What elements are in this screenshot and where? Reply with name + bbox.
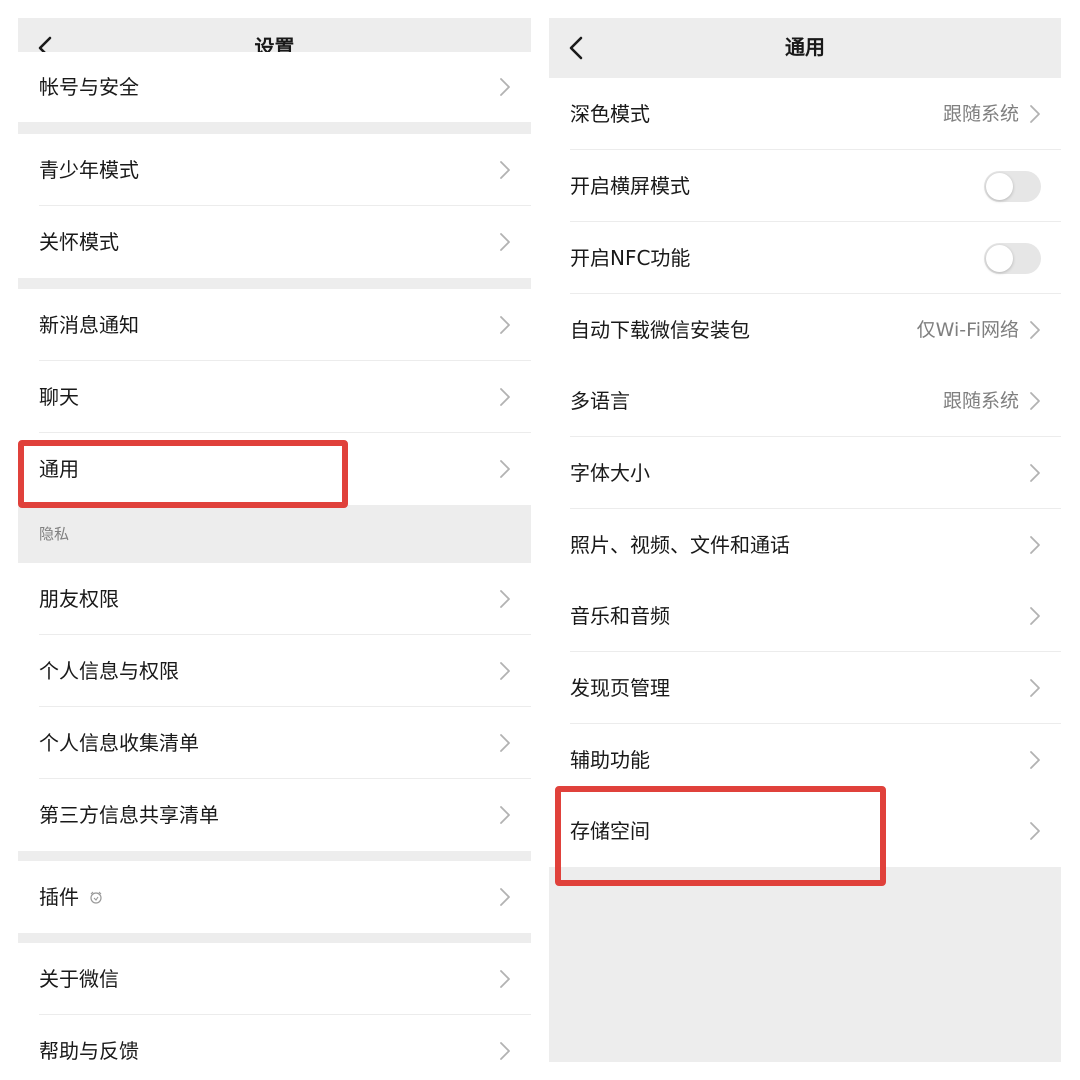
row-care-mode[interactable]: 关怀模式	[18, 206, 531, 278]
row-label: 新消息通知	[39, 313, 139, 337]
plugins-label: 插件	[39, 885, 79, 909]
chevron-right-icon	[1030, 679, 1040, 697]
row-discover-manage[interactable]: 发现页管理	[549, 652, 1061, 724]
page-title: 通用	[785, 35, 825, 59]
chevron-right-icon	[1030, 607, 1040, 625]
chevron-right-icon	[500, 316, 510, 334]
general-navbar: 通用	[549, 18, 1061, 77]
chevron-right-icon	[500, 662, 510, 680]
row-teen-mode[interactable]: 青少年模式	[18, 134, 531, 206]
row-label: 青少年模式	[39, 158, 139, 182]
row-label: 插件	[39, 861, 103, 933]
row-media[interactable]: 照片、视频、文件和通话	[549, 509, 1061, 581]
chevron-right-icon	[500, 970, 510, 988]
row-label: 发现页管理	[570, 676, 670, 700]
toggle-knob	[986, 245, 1013, 272]
row-personal-info-permissions[interactable]: 个人信息与权限	[18, 635, 531, 707]
row-label: 关怀模式	[39, 230, 119, 254]
section-header-label: 隐私	[39, 525, 70, 543]
chevron-right-icon	[1030, 464, 1040, 482]
row-music-audio[interactable]: 音乐和音频	[549, 580, 1061, 652]
row-personal-info-list[interactable]: 个人信息收集清单	[18, 707, 531, 779]
nfc-toggle[interactable]	[984, 243, 1041, 274]
highlight-box-general	[18, 440, 348, 508]
row-landscape-mode: 开启横屏模式	[549, 150, 1061, 222]
chevron-right-icon	[1030, 822, 1040, 840]
chevron-right-icon	[500, 460, 510, 478]
chevron-right-icon	[1030, 392, 1040, 410]
row-auto-download[interactable]: 自动下载微信安装包 仅Wi-Fi网络	[549, 294, 1061, 366]
row-label: 开启NFC功能	[570, 246, 691, 270]
general-screen: 通用 深色模式 跟随系统 开启横屏模式 开启NFC功能 自动下载微信安装包 仅W…	[549, 18, 1061, 1062]
chevron-left-icon[interactable]	[564, 35, 590, 61]
plugin-badge-icon	[90, 891, 102, 904]
row-label: 自动下载微信安装包	[570, 318, 750, 342]
row-help-feedback[interactable]: 帮助与反馈	[18, 1015, 531, 1080]
row-label: 个人信息收集清单	[39, 731, 199, 755]
row-label: 聊天	[39, 385, 79, 409]
row-label: 个人信息与权限	[39, 659, 179, 683]
row-value: 跟随系统	[942, 103, 1019, 125]
row-label: 朋友权限	[39, 587, 119, 611]
chevron-right-icon	[500, 590, 510, 608]
row-label: 帮助与反馈	[39, 1039, 139, 1063]
chevron-right-icon	[1030, 105, 1040, 123]
row-notifications[interactable]: 新消息通知	[18, 289, 531, 361]
row-value: 跟随系统	[942, 390, 1019, 412]
chevron-right-icon	[1030, 321, 1040, 339]
row-label: 关于微信	[39, 967, 119, 991]
section-header-privacy: 隐私	[18, 505, 531, 563]
settings-screen: 设置 帐号与安全 青少年模式 关怀模式 新消息通知 聊天 通用 隐私 朋友权限 …	[18, 18, 531, 1080]
chevron-right-icon	[500, 78, 510, 96]
highlight-box-storage	[555, 786, 886, 886]
chevron-right-icon	[500, 888, 510, 906]
row-font-size[interactable]: 字体大小	[549, 437, 1061, 509]
landscape-toggle[interactable]	[984, 171, 1041, 202]
row-language[interactable]: 多语言 跟随系统	[549, 365, 1061, 437]
row-label: 多语言	[570, 389, 630, 413]
row-third-party-list[interactable]: 第三方信息共享清单	[18, 779, 531, 851]
row-label: 帐号与安全	[39, 75, 139, 99]
row-friend-permissions[interactable]: 朋友权限	[18, 563, 531, 635]
row-label: 深色模式	[570, 102, 650, 126]
chevron-right-icon	[500, 161, 510, 179]
row-label: 字体大小	[570, 461, 650, 485]
row-nfc: 开启NFC功能	[549, 222, 1061, 294]
chevron-right-icon	[500, 734, 510, 752]
row-label: 音乐和音频	[570, 604, 670, 628]
row-chat[interactable]: 聊天	[18, 361, 531, 433]
chevron-right-icon	[1030, 751, 1040, 769]
row-label: 照片、视频、文件和通话	[570, 533, 790, 557]
row-label: 第三方信息共享清单	[39, 803, 219, 827]
chevron-right-icon	[500, 806, 510, 824]
chevron-right-icon	[500, 1042, 510, 1060]
row-value: 仅Wi-Fi网络	[916, 319, 1019, 341]
row-about[interactable]: 关于微信	[18, 943, 531, 1015]
row-plugins[interactable]: 插件	[18, 861, 531, 933]
row-account-security[interactable]: 帐号与安全	[18, 52, 531, 122]
toggle-knob	[986, 173, 1013, 200]
chevron-right-icon	[500, 388, 510, 406]
chevron-right-icon	[500, 233, 510, 251]
chevron-right-icon	[1030, 536, 1040, 554]
row-dark-mode[interactable]: 深色模式 跟随系统	[549, 78, 1061, 150]
row-label: 开启横屏模式	[570, 174, 690, 198]
